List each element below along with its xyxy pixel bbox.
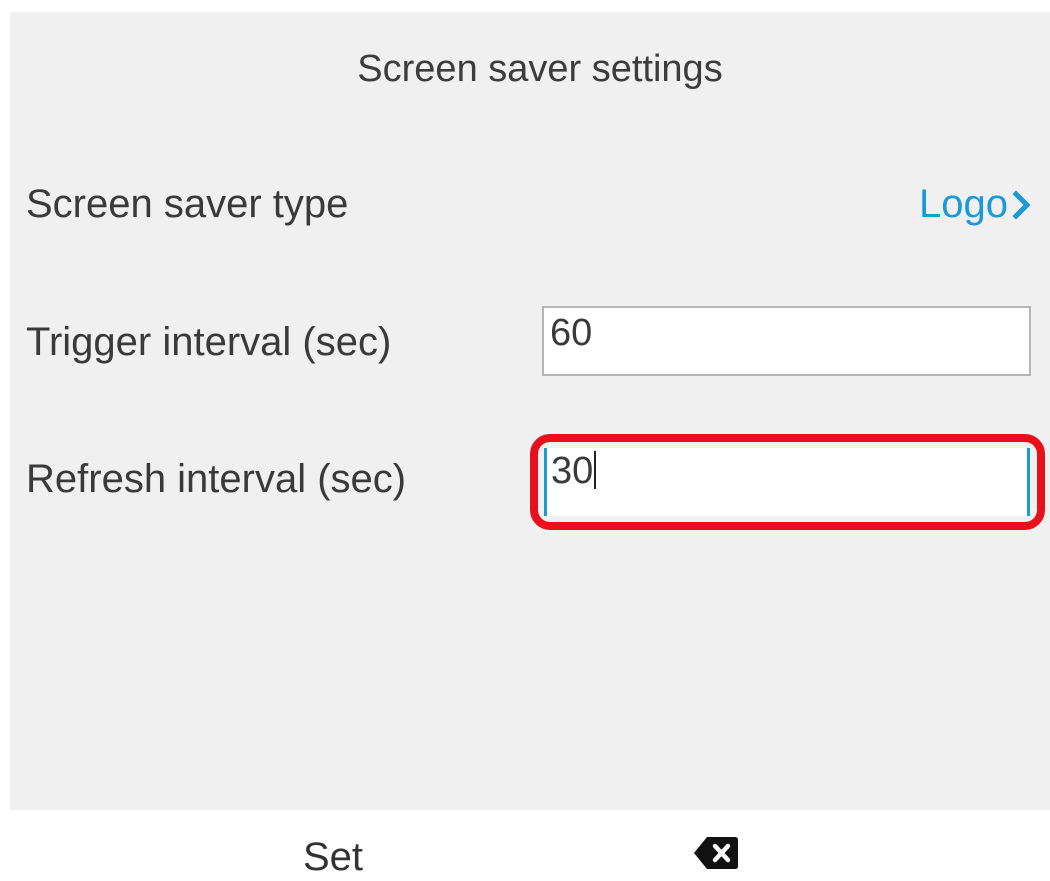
refresh-interval-value: 30 <box>551 450 594 492</box>
refresh-interval-label: Refresh interval (sec) <box>26 457 407 501</box>
page-title: Screen saver settings <box>357 48 723 90</box>
trigger-interval-value: 60 <box>550 312 593 354</box>
chevron-right-icon <box>1012 189 1031 220</box>
screen-saver-type-label: Screen saver type <box>26 182 349 226</box>
trigger-interval-label: Trigger interval (sec) <box>26 320 392 364</box>
text-cursor <box>594 451 597 489</box>
trigger-interval-input[interactable]: 60 <box>542 306 1031 376</box>
set-softkey[interactable]: Set <box>303 835 363 880</box>
screen-saver-type-selector[interactable]: Logo <box>919 182 1032 227</box>
refresh-interval-highlight: 30 <box>530 434 1045 530</box>
settings-screen: Screen saver settings Screen saver type … <box>10 12 1050 810</box>
refresh-interval-input[interactable]: 30 <box>544 448 1030 516</box>
screen-saver-type-value: Logo <box>919 182 1008 226</box>
backspace-icon[interactable] <box>693 835 739 871</box>
